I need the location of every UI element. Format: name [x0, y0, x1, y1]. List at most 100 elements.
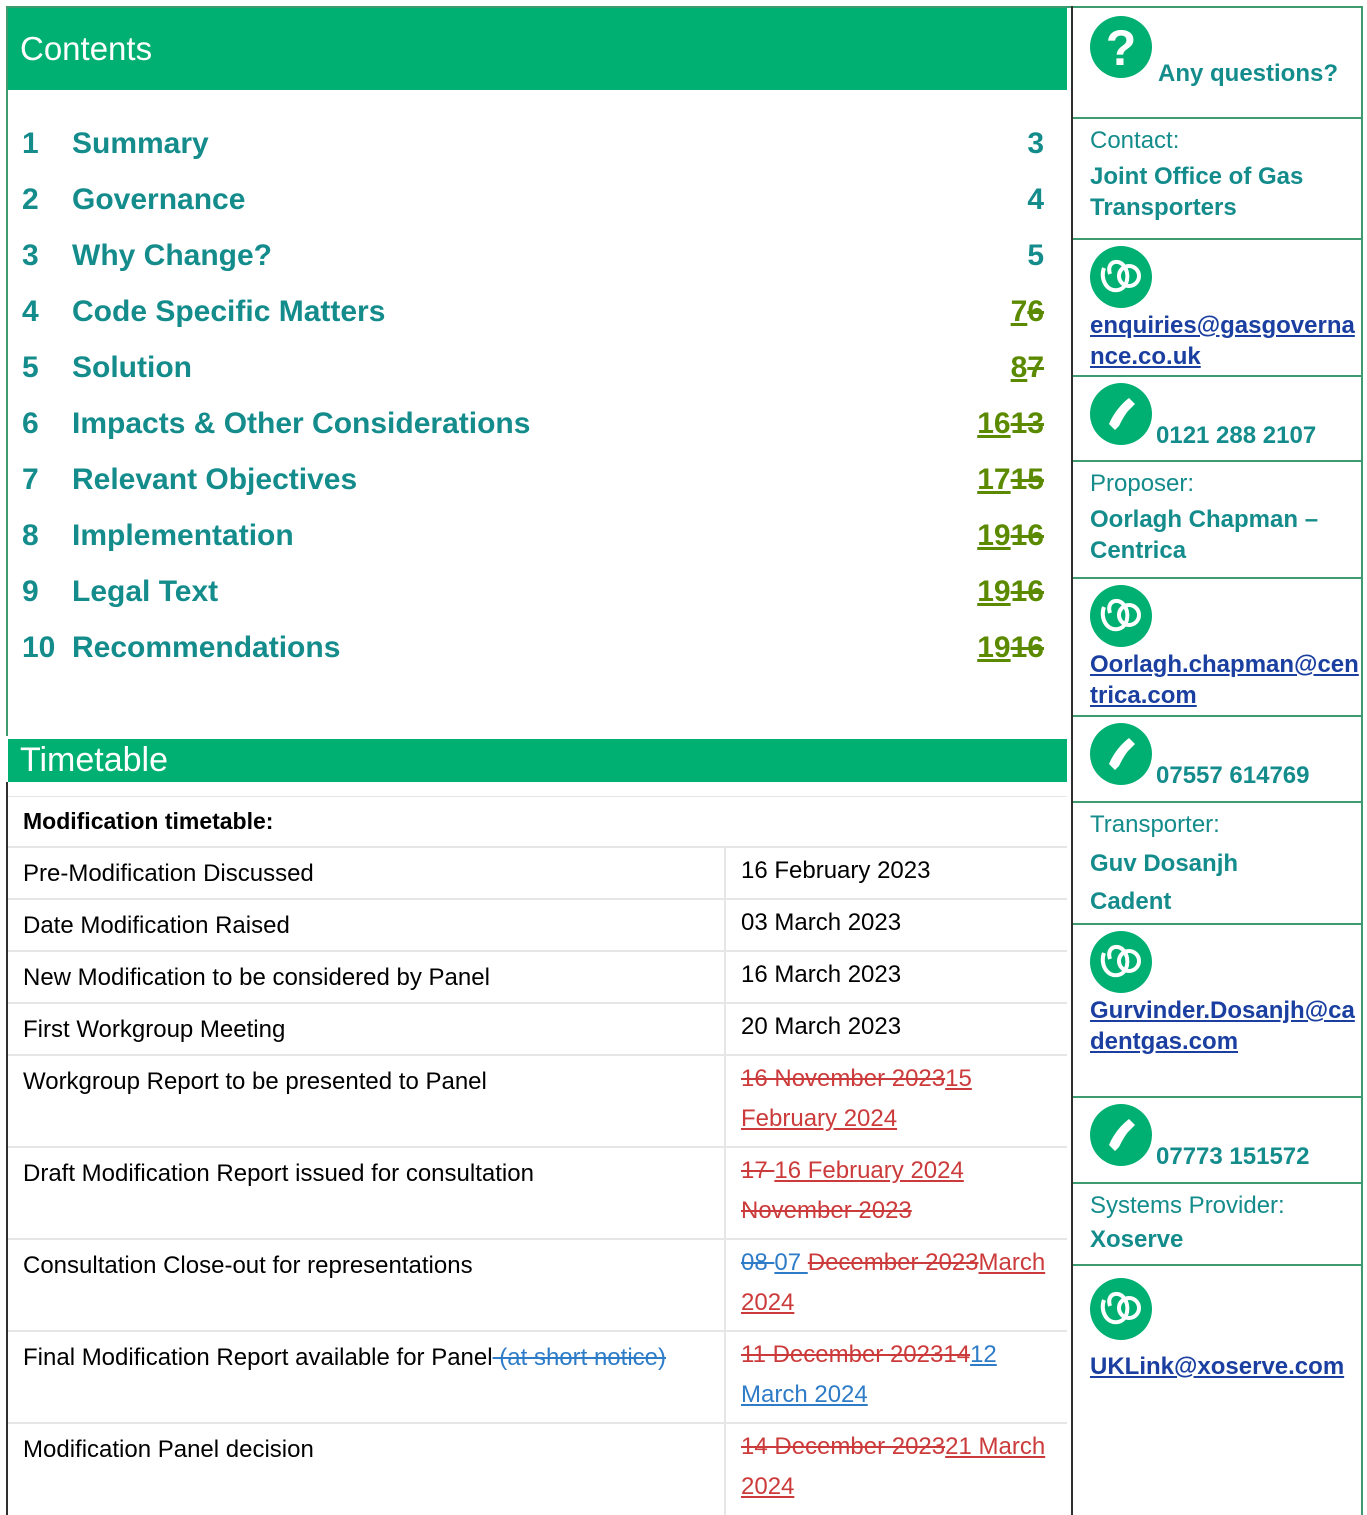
toc-number: 8 [22, 519, 39, 552]
toc-item[interactable]: 9 Legal Text 1916 [22, 572, 1044, 612]
toc-item[interactable]: 2 Governance 4 [22, 180, 1044, 220]
toc-page: 1916 [977, 631, 1044, 665]
date-cell: 14 December 202321 March 2024 [726, 1416, 1067, 1515]
toc-number: 7 [22, 463, 39, 496]
toc-page: 1916 [977, 519, 1044, 553]
toc-item[interactable]: 10 Recommendations 1916 [22, 628, 1044, 668]
toc-title: Relevant Objectives [72, 463, 358, 496]
transporter-email-link[interactable]: Gurvinder.Dosanjh@cadentgas.com [1090, 995, 1361, 1057]
event-cell: Date Modification Raised [8, 900, 726, 950]
frame-left-border [6, 6, 8, 736]
toc-title: Recommendations [72, 631, 341, 664]
phone-icon [1090, 723, 1152, 785]
toc-item[interactable]: 8 Implementation 1916 [22, 516, 1044, 556]
toc-title: Why Change? [72, 239, 272, 272]
toc-page: 3 [1027, 127, 1044, 160]
questions-cell: ? Any questions? [1073, 8, 1361, 119]
toc-item[interactable]: 5 Solution 87 [22, 348, 1044, 388]
toc-page-inserted: 8 [1010, 351, 1028, 384]
toc-page-inserted: 19 [977, 631, 1011, 664]
systems-email-cell: UKLink@xoserve.com [1073, 1266, 1361, 1392]
toc-item[interactable]: 1 Summary 3 [22, 124, 1044, 164]
toc-page-deleted: 13 [1010, 407, 1044, 440]
table-row: Modification Panel decision 14 December … [8, 1424, 1067, 1515]
transporter-phone-cell: 07773 151572 [1073, 1098, 1361, 1184]
systems-cell: Systems Provider: Xoserve [1073, 1184, 1361, 1266]
email-icon [1090, 585, 1152, 647]
event-cell: Final Modification Report available for … [8, 1332, 726, 1422]
toc-title: Summary [72, 127, 209, 160]
toc-item[interactable]: 4 Code Specific Matters 76 [22, 292, 1044, 332]
event-cell: New Modification to be considered by Pan… [8, 952, 726, 1002]
toc-page: 4 [1027, 183, 1044, 216]
toc-page: 5 [1027, 239, 1044, 272]
toc-item[interactable]: 7 Relevant Objectives 1715 [22, 460, 1044, 500]
date-deleted: 14 [943, 1341, 971, 1368]
contact-cell: Contact: Joint Office of Gas Transporter… [1073, 119, 1361, 240]
date-deleted: 08 [741, 1249, 775, 1276]
svg-text:?: ? [1106, 23, 1137, 71]
date-cell: 16 November 202315 February 2024 [726, 1048, 1067, 1146]
contact-phone: 0121 288 2107 [1156, 422, 1317, 449]
toc-page: 1715 [977, 463, 1044, 497]
transporter-phone: 07773 151572 [1156, 1143, 1310, 1170]
proposer-cell: Proposer: Oorlagh Chapman – Centrica [1073, 462, 1361, 579]
toc-page-inserted: 19 [977, 575, 1011, 608]
toc-title: Implementation [72, 519, 294, 552]
toc-item[interactable]: 6 Impacts & Other Considerations 1613 [22, 404, 1044, 444]
toc-page-deleted: 15 [1010, 463, 1044, 496]
date-deleted: 16 November 2023 [741, 1065, 946, 1092]
transporter-cell: Transporter: Guv Dosanjh Cadent [1073, 803, 1361, 925]
date-cell: 16 March 2023 [741, 961, 902, 988]
event-text: Final Modification Report available for … [23, 1344, 493, 1371]
question-icon: ? [1090, 16, 1152, 78]
phone-icon [1090, 1104, 1152, 1166]
timetable-title: Timetable [20, 741, 169, 779]
proposer-label: Proposer: [1090, 470, 1195, 497]
event-cell: Modification Panel decision [8, 1424, 726, 1515]
proposer-email-link[interactable]: Oorlagh.chapman@centrica.com [1090, 649, 1361, 711]
date-deleted: 11 December 2023 [741, 1341, 944, 1368]
toc-title: Governance [72, 183, 246, 216]
proposer-phone: 07557 614769 [1156, 762, 1310, 789]
toc-number: 3 [22, 239, 39, 272]
toc-number: 6 [22, 407, 39, 440]
transporter-email-cell: Gurvinder.Dosanjh@cadentgas.com [1073, 925, 1361, 1098]
toc-page-inserted: 19 [977, 519, 1011, 552]
table-row: Draft Modification Report issued for con… [8, 1148, 1067, 1240]
toc-title: Impacts & Other Considerations [72, 407, 531, 440]
toc-page: 76 [1011, 295, 1044, 329]
contact-email-link[interactable]: enquiries@gasgovernance.co.uk [1090, 310, 1361, 372]
contact-phone-cell: 0121 288 2107 [1073, 377, 1361, 462]
event-cell: Pre-Modification Discussed [8, 848, 726, 898]
transporter-name: Guv Dosanjh [1090, 850, 1239, 877]
toc-page-inserted: 7 [1010, 295, 1028, 328]
proposer-name: Oorlagh Chapman – Centrica [1090, 506, 1319, 564]
contact-label: Contact: [1090, 127, 1180, 154]
toc-page: 1916 [977, 575, 1044, 609]
contact-phone-row: 0121 288 2107 [1090, 383, 1361, 449]
systems-email-link[interactable]: UKLink@xoserve.com [1090, 1348, 1361, 1386]
table-row: Consultation Close-out for representatio… [8, 1240, 1067, 1332]
date-cell: 08 07 December 2023March 2024 [726, 1232, 1067, 1330]
contents-title: Contents [20, 30, 153, 67]
date-inserted: 07 [774, 1249, 808, 1276]
toc-number: 2 [22, 183, 39, 216]
event-cell: Draft Modification Report issued for con… [8, 1148, 726, 1238]
contact-name: Joint Office of Gas Transporters [1090, 163, 1304, 221]
transporter-phone-row: 07773 151572 [1090, 1104, 1361, 1170]
date-cell: 16 February 2023 [741, 857, 931, 884]
phone-icon [1090, 383, 1152, 445]
event-cell: Consultation Close-out for representatio… [8, 1240, 726, 1330]
toc-item[interactable]: 3 Why Change? 5 [22, 236, 1044, 276]
email-icon [1090, 246, 1152, 308]
date-deleted: 14 December 2023 [741, 1433, 946, 1460]
systems-name: Xoserve [1090, 1226, 1184, 1253]
transporter-label: Transporter: [1090, 811, 1220, 838]
date-cell: 03 March 2023 [741, 909, 902, 936]
toc-number: 10 [22, 631, 56, 664]
toc-page-deleted: 7 [1027, 351, 1044, 384]
toc-title: Solution [72, 351, 192, 384]
email-icon [1090, 1278, 1152, 1340]
toc-page-inserted: 16 [977, 407, 1011, 440]
